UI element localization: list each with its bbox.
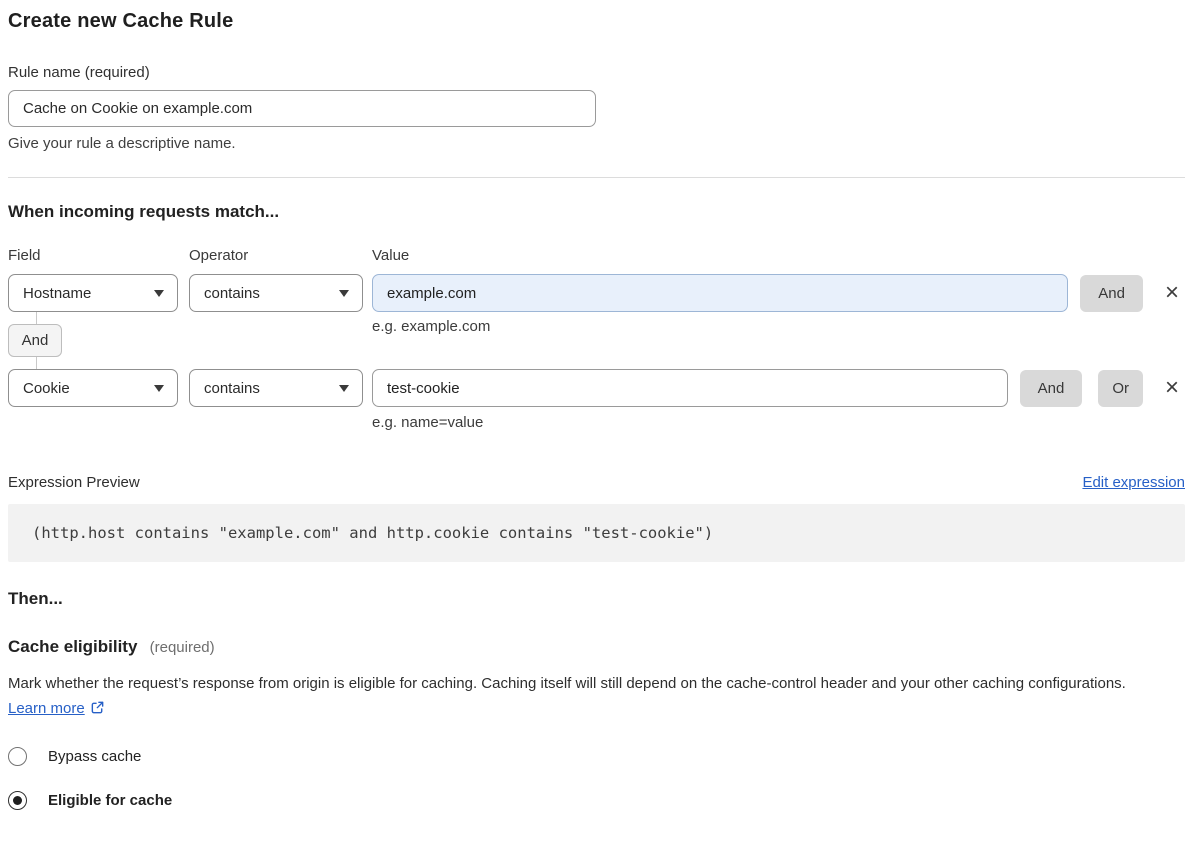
value-column-label: Value bbox=[372, 247, 1185, 264]
operator-select-2[interactable]: contains bbox=[189, 369, 363, 407]
add-and-condition-button-2[interactable]: And bbox=[1020, 370, 1083, 407]
rule-name-helper: Give your rule a descriptive name. bbox=[8, 135, 1185, 152]
radio-icon[interactable] bbox=[8, 747, 27, 766]
field-select-2[interactable]: Cookie bbox=[8, 369, 178, 407]
cache-eligibility-description: Mark whether the request’s response from… bbox=[8, 671, 1168, 723]
operator-select-1-value: contains bbox=[204, 285, 260, 302]
learn-more-link[interactable]: Learn more bbox=[8, 700, 85, 717]
operator-select-2-value: contains bbox=[204, 380, 260, 397]
chevron-down-icon bbox=[339, 290, 349, 297]
remove-condition-icon-2[interactable]: × bbox=[1159, 376, 1185, 400]
chevron-down-icon bbox=[154, 385, 164, 392]
expression-preview-header: Expression Preview Edit expression bbox=[8, 474, 1185, 491]
rule-name-label: Rule name (required) bbox=[8, 64, 1185, 81]
cache-eligibility-title: Cache eligibility bbox=[8, 637, 137, 656]
operator-select-1[interactable]: contains bbox=[189, 274, 363, 312]
radio-label: Bypass cache bbox=[48, 748, 141, 765]
value-hint-1: e.g. example.com bbox=[372, 318, 490, 335]
description-text: Mark whether the request’s response from… bbox=[8, 675, 1126, 692]
add-or-condition-button-2[interactable]: Or bbox=[1098, 370, 1143, 407]
condition-connector-area: And e.g. example.com bbox=[8, 312, 1185, 369]
remove-condition-icon-1[interactable]: × bbox=[1159, 281, 1185, 305]
then-heading: Then... bbox=[8, 589, 1185, 609]
value-input-2[interactable] bbox=[372, 369, 1008, 407]
connector-and-chip[interactable]: And bbox=[8, 324, 62, 357]
section-divider bbox=[8, 177, 1185, 178]
field-column-label: Field bbox=[8, 247, 178, 264]
operator-column-label: Operator bbox=[189, 247, 363, 264]
value-input-1[interactable] bbox=[372, 274, 1068, 312]
field-select-1[interactable]: Hostname bbox=[8, 274, 178, 312]
chevron-down-icon bbox=[154, 290, 164, 297]
external-link-icon bbox=[90, 698, 105, 723]
required-note: (required) bbox=[150, 639, 215, 656]
radio-label: Eligible for cache bbox=[48, 792, 172, 809]
create-cache-rule-form: Create new Cache Rule Rule name (require… bbox=[0, 0, 1200, 855]
expression-preview-label: Expression Preview bbox=[8, 474, 140, 491]
condition-column-labels: Field Operator Value bbox=[8, 247, 1185, 264]
chevron-down-icon bbox=[339, 385, 349, 392]
rule-name-input[interactable] bbox=[8, 90, 596, 127]
field-select-2-value: Cookie bbox=[23, 380, 70, 397]
expression-code-block: (http.host contains "example.com" and ht… bbox=[8, 504, 1185, 562]
field-select-1-value: Hostname bbox=[23, 285, 91, 302]
value-hint-2: e.g. name=value bbox=[372, 414, 1185, 431]
radio-option-bypass-cache[interactable]: Bypass cache bbox=[8, 747, 1185, 766]
cache-eligibility-options: Bypass cache Eligible for cache bbox=[8, 747, 1185, 810]
match-heading: When incoming requests match... bbox=[8, 202, 1185, 222]
radio-icon-selected[interactable] bbox=[8, 791, 27, 810]
radio-option-eligible-for-cache[interactable]: Eligible for cache bbox=[8, 791, 1185, 810]
cache-eligibility-heading: Cache eligibility (required) bbox=[8, 637, 1185, 657]
page-title: Create new Cache Rule bbox=[8, 10, 1185, 33]
condition-row-2: Cookie contains And Or × bbox=[8, 369, 1185, 407]
condition-row-1: Hostname contains And × bbox=[8, 274, 1185, 312]
edit-expression-link[interactable]: Edit expression bbox=[1082, 474, 1185, 491]
add-and-condition-button-1[interactable]: And bbox=[1080, 275, 1143, 312]
